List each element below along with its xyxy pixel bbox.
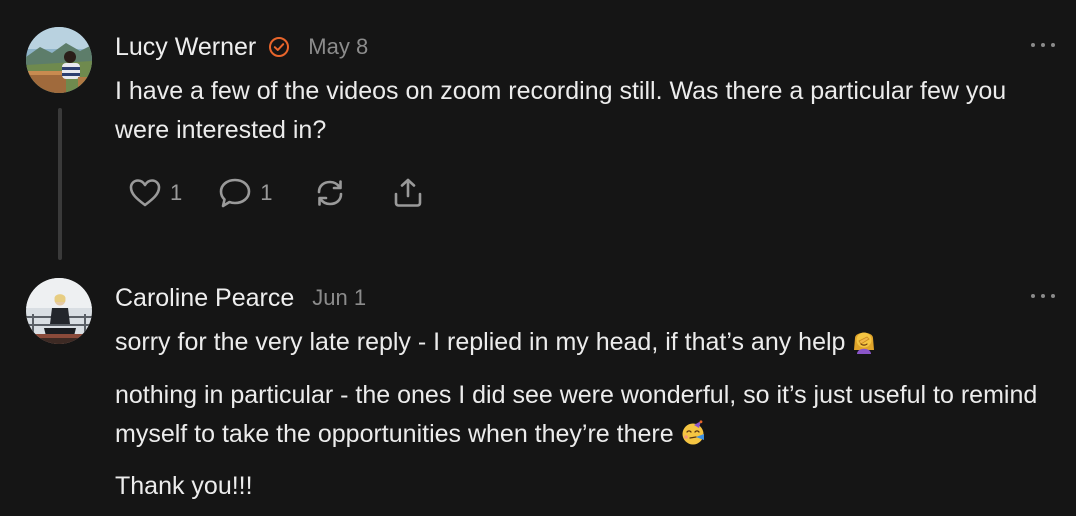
comment-thread: Lucy Werner May 8 I have a few of the vi… [0, 0, 1076, 516]
like-count: 1 [170, 180, 183, 205]
avatar-lucy-werner[interactable] [26, 27, 92, 93]
restack-icon [317, 180, 342, 206]
author-name[interactable]: Caroline Pearce [115, 284, 294, 313]
facepalm-emoji-icon [851, 327, 877, 354]
comment-actions: 1 1 [128, 174, 425, 212]
reply-button[interactable]: 1 [218, 176, 273, 210]
more-options-icon[interactable] [1031, 39, 1055, 51]
comment-header: Caroline Pearce Jun 1 [115, 280, 366, 316]
avatar-caroline-pearce[interactable] [26, 278, 92, 344]
comment-bubble-icon [219, 178, 251, 208]
party-face-emoji-icon [680, 419, 706, 445]
comment-paragraph: sorry for the very late reply - I replie… [115, 323, 1045, 362]
comment-date[interactable]: May 8 [308, 34, 368, 60]
like-button[interactable]: 1 [128, 177, 182, 209]
heart-icon [129, 179, 161, 207]
restack-button[interactable] [313, 176, 347, 210]
author-name[interactable]: Lucy Werner [115, 33, 256, 62]
verified-badge-icon [268, 36, 290, 58]
comment-paragraph: nothing in particular - the ones I did s… [115, 381, 1038, 448]
comment-header: Lucy Werner May 8 [115, 29, 368, 65]
more-options-icon[interactable] [1031, 290, 1055, 302]
comment-paragraph: Thank you!!! [115, 472, 253, 500]
comment-date[interactable]: Jun 1 [312, 285, 366, 311]
share-button[interactable] [391, 176, 425, 210]
reply-count: 1 [260, 180, 273, 205]
thread-connector-line [58, 108, 62, 260]
share-icon [394, 178, 421, 207]
comment-body: I have a few of the videos on zoom recor… [115, 77, 1007, 144]
